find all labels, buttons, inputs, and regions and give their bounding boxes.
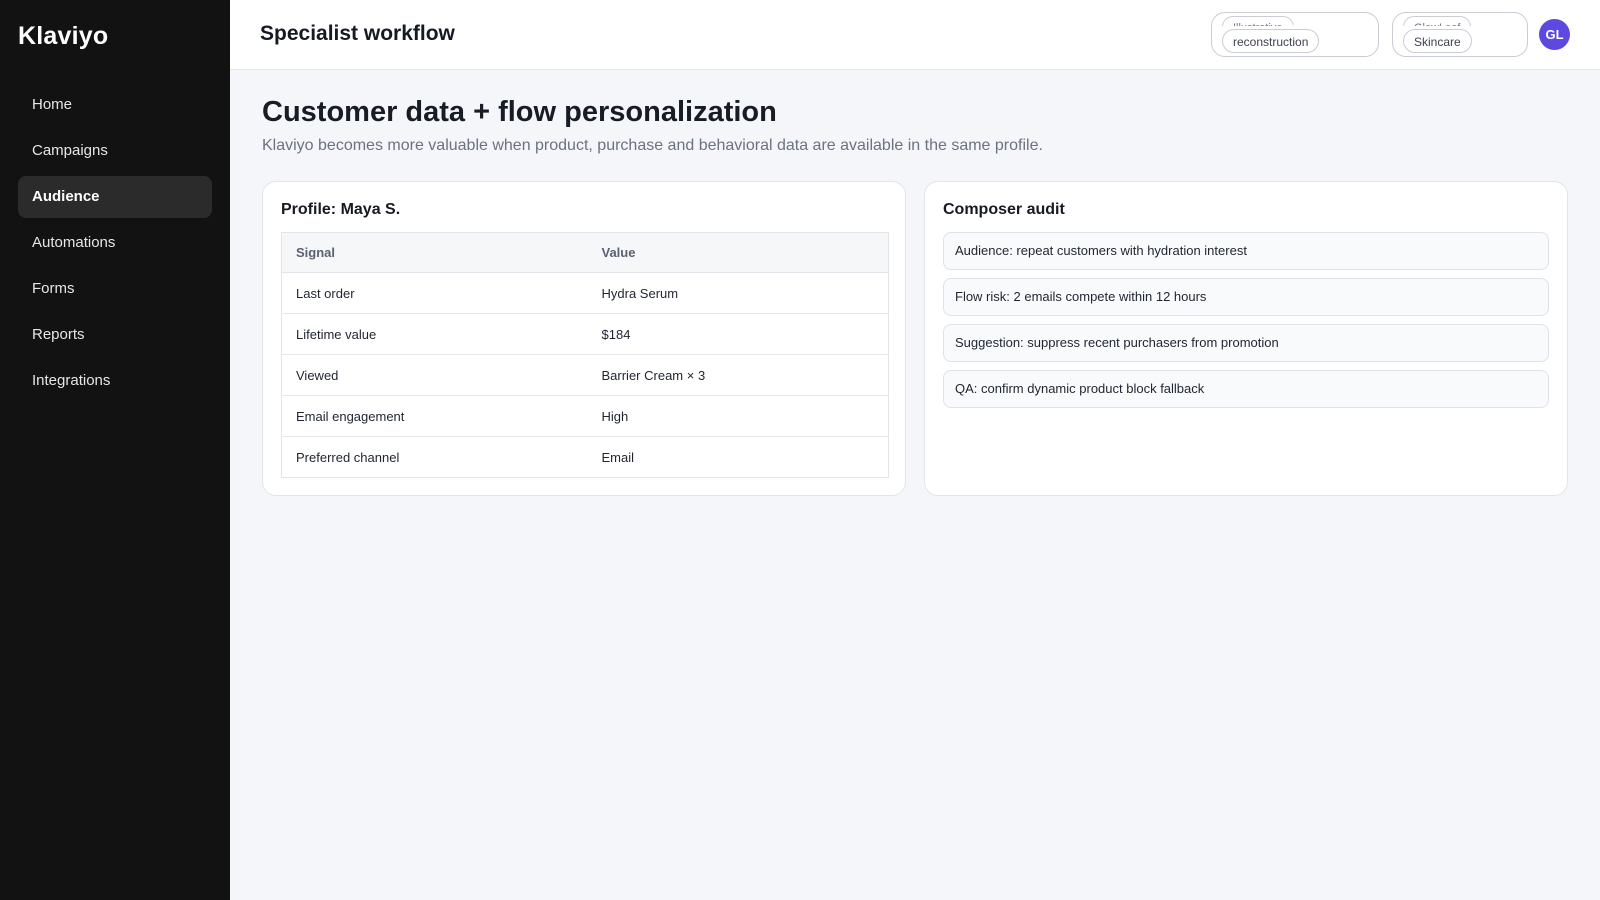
table-row: Email engagement High [281,395,889,437]
signal-cell: Last order [281,272,588,314]
account-pill[interactable]: GlowLeaf Skincare [1392,12,1528,57]
composer-audit-card: Composer audit Audience: repeat customer… [924,181,1568,496]
page-title: Customer data + flow personalization [262,96,777,128]
table-row: Preferred channel Email [282,437,889,478]
sidebar: Klaviyo Home Campaigns Audience Automati… [0,0,230,900]
table-header-row: Signal Value [281,232,889,273]
brand-logo[interactable]: Klaviyo [18,22,108,51]
sidebar-nav: Home Campaigns Audience Automations Form… [18,84,212,406]
audit-list: Audience: repeat customers with hydratio… [943,232,1549,416]
sidebar-item-integrations[interactable]: Integrations [18,360,212,402]
sidebar-item-automations[interactable]: Automations [18,222,212,264]
value-cell: Barrier Cream × 3 [587,354,889,396]
signal-cell: Email engagement [281,395,588,437]
audit-card-title: Composer audit [943,201,1065,218]
audit-item: Flow risk: 2 emails compete within 12 ho… [943,278,1549,316]
audit-item: Audience: repeat customers with hydratio… [943,232,1549,270]
table-row: Last order Hydra Serum [281,272,889,314]
table-row: Lifetime value $184 [281,313,889,355]
signal-cell: Lifetime value [281,313,588,355]
reconstruction-pill[interactable]: Illustrative reconstruction [1211,12,1379,57]
sidebar-item-reports[interactable]: Reports [18,314,212,356]
sidebar-item-home[interactable]: Home [18,84,212,126]
profile-table: Signal Value Last order Hydra Serum Life… [281,232,889,478]
profile-card: Profile: Maya S. Signal Value Last order… [262,181,906,496]
sidebar-item-forms[interactable]: Forms [18,268,212,310]
header-title: Specialist workflow [260,22,455,45]
page-subtitle: Klaviyo becomes more valuable when produ… [262,137,1043,154]
top-header: Specialist workflow Illustrative reconst… [230,0,1600,70]
value-cell: High [587,395,889,437]
column-header-value: Value [587,232,889,273]
column-header-signal: Signal [281,232,588,273]
value-cell: $184 [587,313,889,355]
pill-tag: reconstruction [1222,29,1320,53]
signal-cell: Preferred channel [296,449,400,465]
pill-tag: Skincare [1403,29,1472,53]
value-cell: Hydra Serum [587,272,889,314]
sidebar-item-campaigns[interactable]: Campaigns [18,130,212,172]
signal-cell: Viewed [281,354,588,396]
value-cell: Email [601,449,635,465]
audit-item: Suggestion: suppress recent purchasers f… [943,324,1549,362]
sidebar-item-audience[interactable]: Audience [18,176,212,218]
avatar[interactable]: GL [1539,19,1570,50]
table-row: Viewed Barrier Cream × 3 [281,354,889,396]
profile-card-title: Profile: Maya S. [281,201,401,218]
audit-item: QA: confirm dynamic product block fallba… [943,370,1549,408]
